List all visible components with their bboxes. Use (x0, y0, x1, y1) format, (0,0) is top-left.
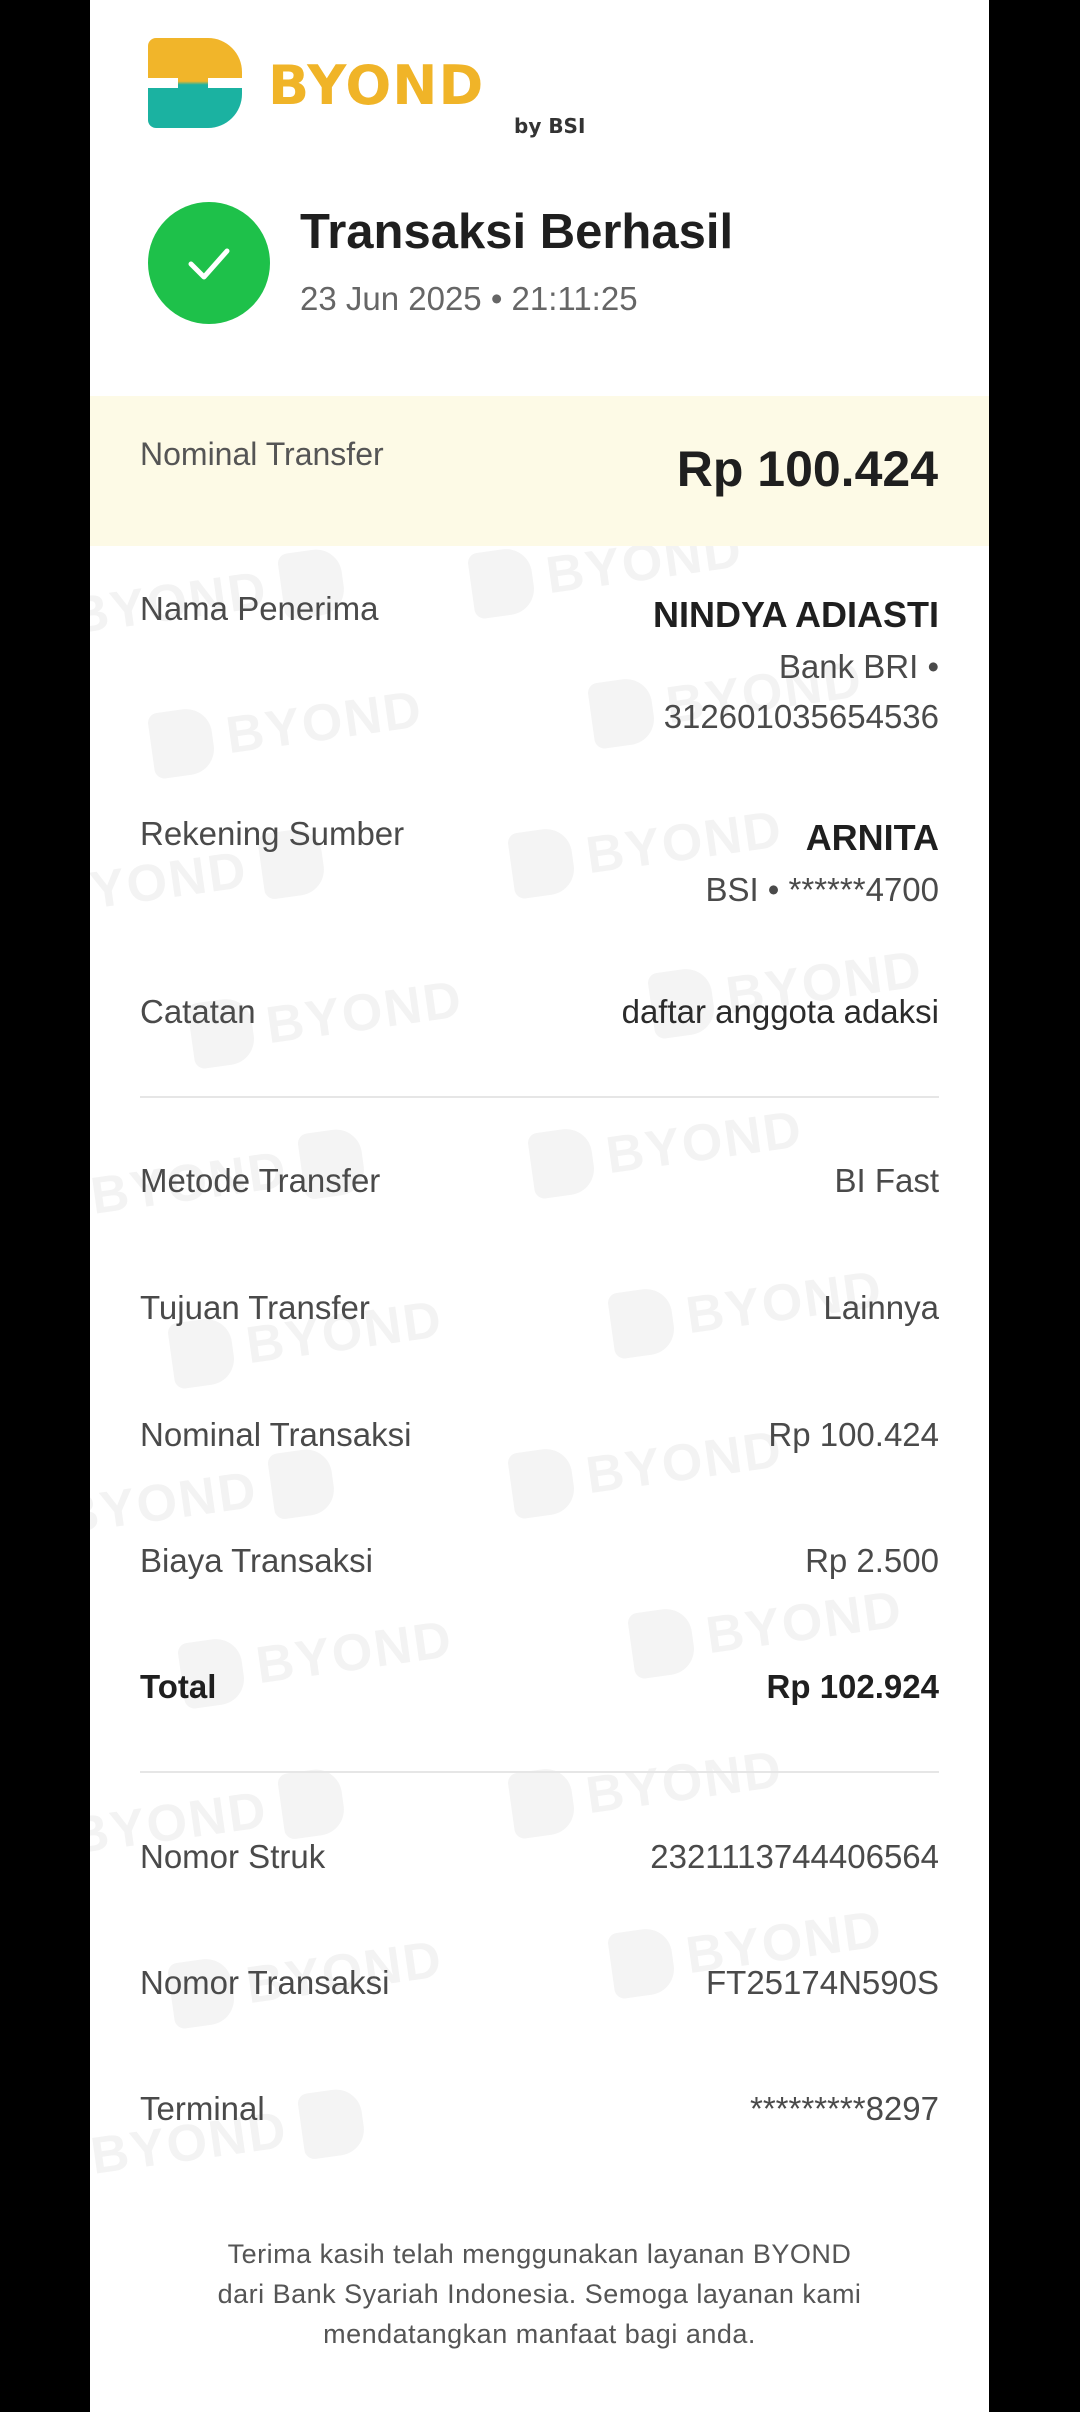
reference-label: Nomor Transaksi (140, 1964, 390, 2001)
recipient-account: 312601035654536 (663, 698, 939, 735)
footer-message: Terima kasih telah menggunakan layanan B… (130, 2234, 949, 2354)
reference-value: *********8297 (750, 2090, 939, 2127)
footer-line: dari Bank Syariah Indonesia. Semoga laya… (217, 2279, 862, 2309)
detail-value: Lainnya (823, 1289, 939, 1326)
recipient-name: NINDYA ADIASTI (652, 594, 939, 635)
detail-value: Rp 100.424 (768, 1416, 939, 1453)
detail-label: Metode Transfer (140, 1162, 381, 1199)
detail-label: Tujuan Transfer (140, 1289, 370, 1326)
note-label: Catatan (140, 993, 256, 1030)
detail-value: Rp 2.500 (805, 1542, 939, 1579)
reference-label: Terminal (140, 2090, 265, 2127)
nominal-transfer-band: Nominal Transfer Rp 100.424 (90, 396, 989, 546)
detail-value: BI Fast (834, 1162, 939, 1199)
total-label: Total (140, 1668, 217, 1705)
transaction-datetime: 23 Jun 2025 • 21:11:25 (300, 280, 638, 317)
source-account: BSI • ******4700 (705, 871, 939, 908)
footer-line: mendatangkan manfaat bagi anda. (323, 2319, 756, 2349)
receipt-card: BYOND BYOND BYOND BYOND BYOND BYOND BYON… (90, 0, 989, 2412)
byond-logo-mark-icon (148, 38, 242, 128)
reference-label: Nomor Struk (140, 1838, 326, 1875)
divider (140, 1771, 939, 1773)
success-check-icon (148, 202, 270, 324)
detail-label: Nominal Transaksi (140, 1416, 412, 1453)
nominal-transfer-value: Rp 100.424 (676, 441, 938, 497)
note-value: daftar anggota adaksi (621, 993, 939, 1030)
source-name: ARNITA (805, 817, 939, 858)
detail-label: Biaya Transaksi (140, 1542, 373, 1579)
status-title: Transaksi Berhasil (300, 205, 734, 259)
recipient-bank: Bank BRI • (778, 648, 939, 685)
source-label: Rekening Sumber (140, 815, 405, 852)
logo-subtitle: by BSI (514, 114, 586, 138)
logo-wordmark: BYOND (268, 54, 485, 117)
nominal-transfer-label: Nominal Transfer (140, 436, 384, 472)
recipient-label: Nama Penerima (140, 590, 379, 627)
divider (140, 1096, 939, 1098)
footer-line: Terima kasih telah menggunakan layanan B… (227, 2239, 852, 2269)
reference-value: FT25174N590S (706, 1964, 939, 2001)
reference-value: 2321113744406564 (650, 1838, 939, 1875)
total-value: Rp 102.924 (766, 1668, 939, 1705)
